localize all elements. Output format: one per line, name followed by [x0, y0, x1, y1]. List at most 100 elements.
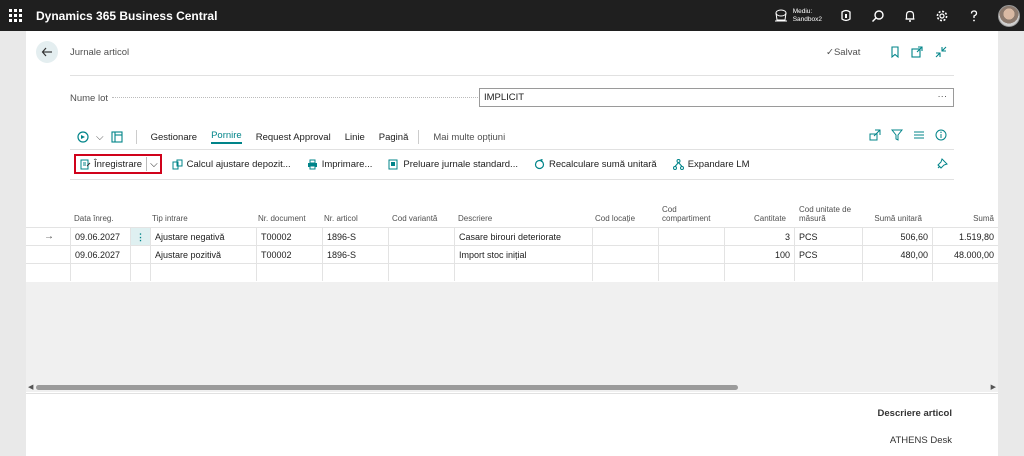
col-header-bin-code[interactable]: Cod compartiment [662, 197, 726, 227]
cell-empty[interactable] [388, 264, 454, 281]
cell-amount[interactable]: 48.000,00 [932, 246, 998, 263]
back-button[interactable] [36, 41, 58, 63]
dynamics-icon[interactable] [76, 130, 90, 144]
cell-empty[interactable] [724, 264, 794, 281]
lookup-ellipsis-button[interactable]: ··· [938, 91, 948, 102]
page-view-icon[interactable] [110, 130, 124, 144]
collapse-icon[interactable] [934, 45, 948, 59]
cell-empty[interactable] [794, 264, 862, 281]
arrow-left-icon [41, 47, 52, 57]
explode-bom-label: Expandare LM [687, 158, 750, 170]
cell-empty[interactable] [454, 264, 592, 281]
cell-item-no[interactable]: 1896-S [322, 246, 388, 263]
cell-amount[interactable]: 1.519,80 [932, 228, 998, 245]
recalculate-unit-amount-button[interactable]: Recalculare sumă unitară [534, 158, 657, 170]
pin-icon[interactable] [936, 158, 948, 170]
post-dropdown-chevron-icon[interactable]: ⌵ [146, 157, 158, 171]
cell-location-code[interactable] [592, 246, 658, 263]
cell-bin-code[interactable] [658, 246, 724, 263]
info-icon[interactable] [930, 129, 952, 143]
batch-name-input[interactable]: IMPLICIT ··· [479, 88, 954, 107]
help-icon[interactable] [958, 0, 990, 31]
col-header-amount[interactable]: Sumă [932, 197, 994, 227]
action-tab-line[interactable]: Linie [345, 132, 365, 143]
notifications-icon[interactable] [894, 0, 926, 31]
row-actions-cell[interactable] [130, 246, 150, 263]
cell-empty[interactable] [862, 264, 932, 281]
get-standard-journals-label: Preluare jurnale standard... [403, 158, 518, 170]
cell-document-no[interactable]: T00002 [256, 246, 322, 263]
get-standard-journals-button[interactable]: Preluare jurnale standard... [388, 159, 518, 170]
explode-bom-button[interactable]: Expandare LM [672, 158, 750, 170]
app-title[interactable]: Dynamics 365 Business Central [36, 9, 217, 23]
col-header-document-no[interactable]: Nr. document [258, 197, 322, 227]
share-icon[interactable] [864, 129, 886, 143]
action-tab-home[interactable]: Pornire [211, 130, 242, 144]
bookmark-icon[interactable] [888, 45, 902, 59]
col-header-item-no[interactable]: Nr. articol [324, 197, 388, 227]
cell-document-no[interactable]: T00002 [256, 228, 322, 245]
cell-empty[interactable] [658, 264, 724, 281]
user-avatar[interactable] [998, 4, 1020, 27]
cell-variant-code[interactable] [388, 228, 454, 245]
cell-location-code[interactable] [592, 228, 658, 245]
cell-entry-type[interactable]: Ajustare negativă [150, 228, 256, 245]
cell-unit-amount[interactable]: 506,60 [862, 228, 932, 245]
cell-empty[interactable] [130, 264, 150, 281]
table-row-empty[interactable] [26, 263, 998, 281]
chevron-down-icon[interactable]: ⌵ [96, 132, 104, 143]
cell-uom-code[interactable]: PCS [794, 246, 862, 263]
scroll-left-arrow-icon[interactable]: ◀ [28, 383, 33, 391]
app-launcher-icon[interactable] [0, 0, 30, 31]
table-row[interactable]: 09.06.2027 Ajustare pozitivă T00002 1896… [26, 245, 998, 263]
row-actions-kebab-icon[interactable]: ⋮ [130, 228, 150, 245]
col-header-posting-date[interactable]: Data înreg. [74, 197, 152, 227]
print-button[interactable]: Imprimare... [307, 158, 373, 170]
scroll-right-arrow-icon[interactable]: ▶ [991, 383, 996, 391]
cell-empty[interactable] [932, 264, 998, 281]
cell-description[interactable]: Casare birouri deteriorate [454, 228, 592, 245]
print-label: Imprimare... [321, 158, 373, 170]
cell-empty[interactable] [150, 264, 256, 281]
cell-empty[interactable] [70, 264, 130, 281]
action-tab-manage[interactable]: Gestionare [151, 132, 197, 143]
col-header-unit-amount[interactable]: Sumă unitară [864, 197, 922, 227]
calc-whse-adjustment-button[interactable]: Calcul ajustare depozit... [172, 159, 291, 170]
cell-variant-code[interactable] [388, 246, 454, 263]
filter-icon[interactable] [886, 129, 908, 143]
cell-entry-type[interactable]: Ajustare pozitivă [150, 246, 256, 263]
col-header-quantity[interactable]: Cantitate [728, 197, 786, 227]
cell-empty[interactable] [256, 264, 322, 281]
current-row-arrow-icon: → [44, 231, 54, 242]
search-icon[interactable] [862, 0, 894, 31]
cell-posting-date[interactable]: 09.06.2027 [70, 246, 130, 263]
cell-quantity[interactable]: 100 [724, 246, 794, 263]
list-view-icon[interactable] [908, 129, 930, 143]
col-header-variant-code[interactable]: Cod variantă [392, 197, 456, 227]
cell-bin-code[interactable] [658, 228, 724, 245]
cell-item-no[interactable]: 1896-S [322, 228, 388, 245]
col-header-location-code[interactable]: Cod locație [595, 197, 659, 227]
cell-empty[interactable] [322, 264, 388, 281]
cell-posting-date[interactable]: 09.06.2027 [70, 228, 130, 245]
more-options-button[interactable]: Mai multe opțiuni [433, 132, 505, 143]
action-tab-page[interactable]: Pagină [379, 132, 409, 143]
post-button[interactable]: Înregistrare ⌵ [74, 154, 162, 174]
environment-indicator[interactable]: Mediu: Sandbox2 [773, 8, 822, 24]
cell-uom-code[interactable]: PCS [794, 228, 862, 245]
action-tab-request-approval[interactable]: Request Approval [256, 132, 331, 143]
scrollbar-thumb[interactable] [36, 385, 738, 390]
copilot-icon[interactable] [830, 0, 862, 31]
col-header-entry-type[interactable]: Tip intrare [152, 197, 256, 227]
open-new-window-icon[interactable] [910, 45, 924, 59]
cell-unit-amount[interactable]: 480,00 [862, 246, 932, 263]
cell-description[interactable]: Import stoc inițial [454, 246, 592, 263]
printer-icon [307, 159, 317, 169]
environment-icon [774, 9, 787, 21]
settings-gear-icon[interactable] [926, 0, 958, 31]
cell-empty[interactable] [592, 264, 658, 281]
table-row[interactable]: → 09.06.2027 ⋮ Ajustare negativă T00002 … [26, 227, 998, 245]
col-header-description[interactable]: Descriere [458, 197, 592, 227]
col-header-uom-code[interactable]: Cod unitate de măsură [799, 197, 863, 227]
cell-quantity[interactable]: 3 [724, 228, 794, 245]
